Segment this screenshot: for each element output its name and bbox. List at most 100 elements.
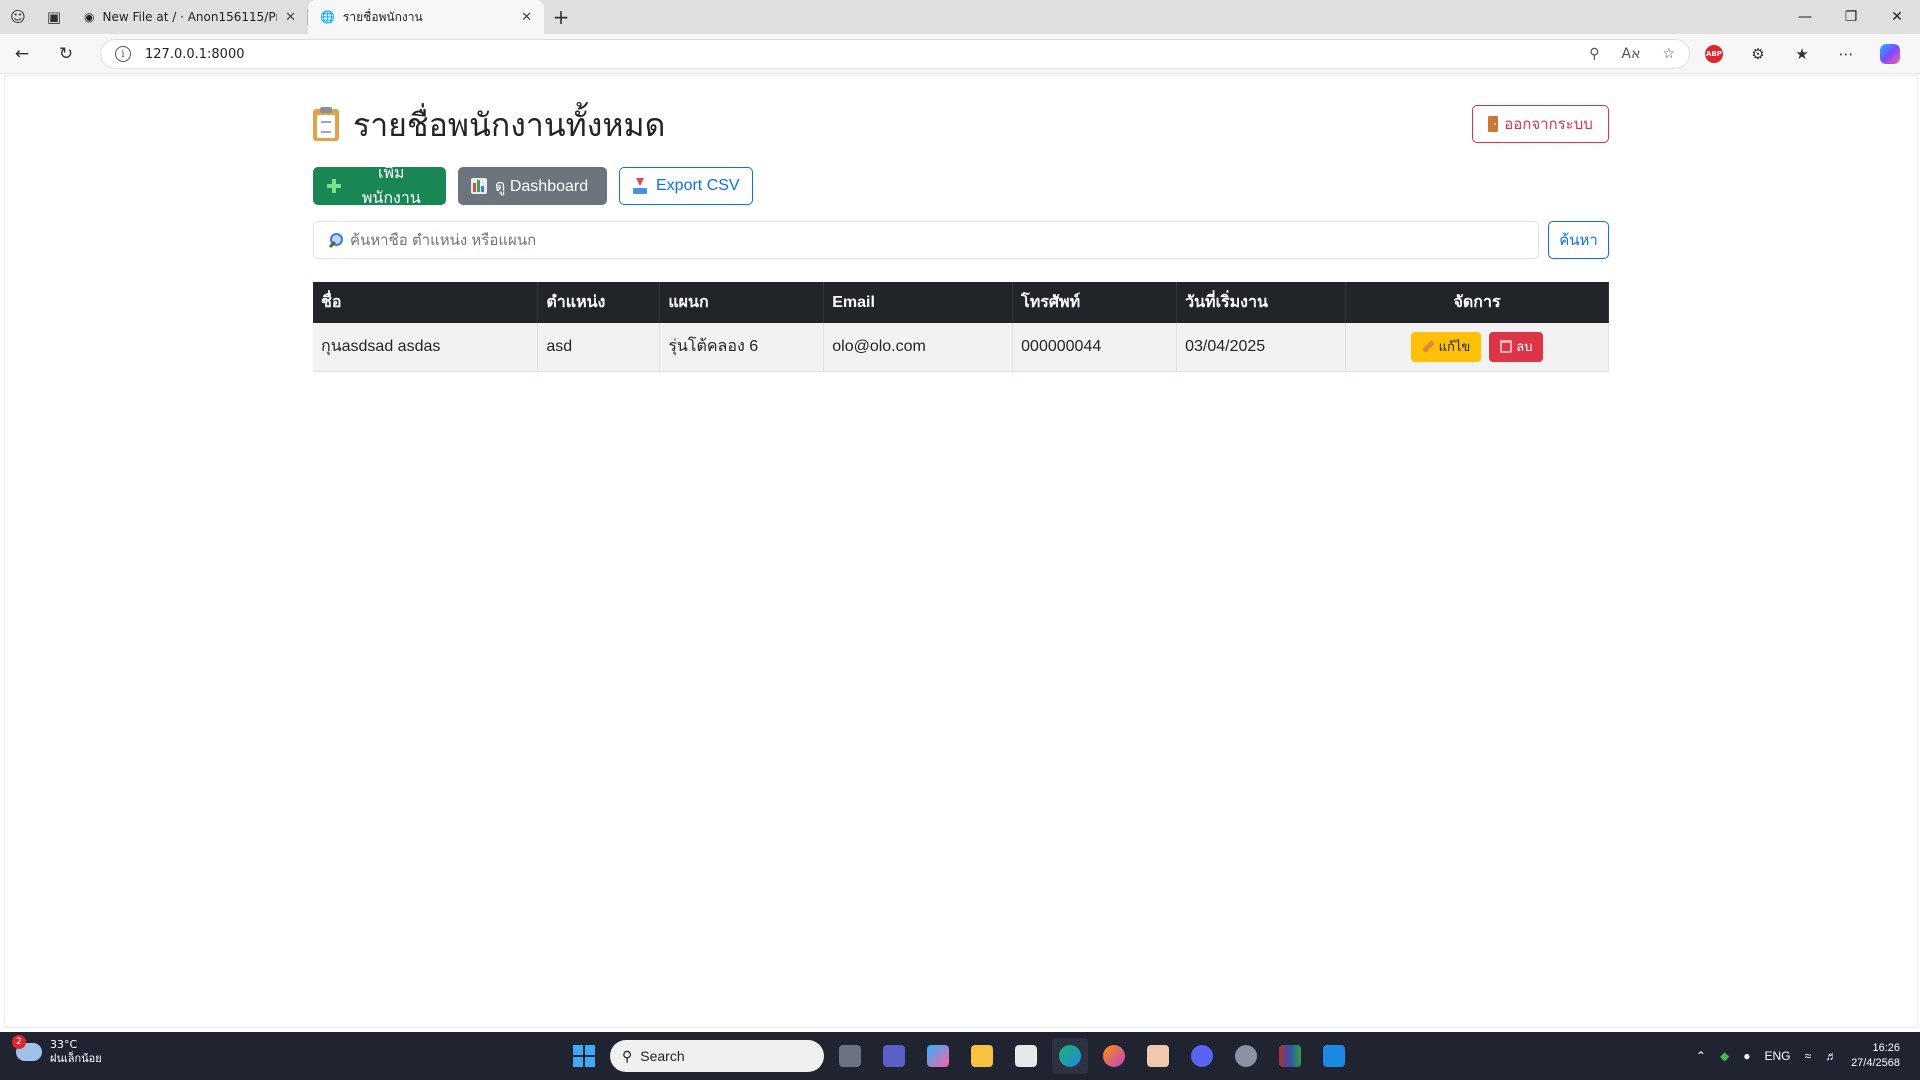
clock-date: 27/4/2568	[1851, 1057, 1900, 1069]
column-header-email: Email	[823, 282, 1014, 323]
column-header-actions: จัดการ	[1345, 282, 1609, 323]
window-controls: — ❐ ✕	[1782, 0, 1920, 34]
favorites-icon[interactable]: ★	[1780, 34, 1824, 74]
search-icon: ⚲	[622, 1047, 633, 1064]
door-icon	[1488, 116, 1499, 132]
taskbar-search[interactable]: ⚲ Search	[610, 1040, 824, 1072]
vscode-icon[interactable]	[1316, 1038, 1352, 1074]
info-icon[interactable]: i	[115, 46, 131, 62]
clock[interactable]: 16:26 27/4/2568	[1851, 1041, 1900, 1071]
rain-cloud-icon: 2	[12, 1035, 42, 1061]
extensions-icon[interactable]: ⚙	[1736, 34, 1780, 74]
logout-button[interactable]: ออกจากระบบ	[1472, 105, 1609, 143]
close-icon[interactable]: ✕	[285, 10, 296, 25]
cell-email: olo@olo.com	[823, 323, 1014, 372]
volume-icon[interactable]: ♬	[1825, 1049, 1837, 1063]
search-input[interactable]	[350, 231, 1524, 249]
cell-name: กุนasdsad asdas	[313, 323, 539, 372]
refresh-icon[interactable]: ↻	[44, 34, 88, 74]
edge-icon[interactable]	[1052, 1038, 1088, 1074]
minimize-icon[interactable]: —	[1782, 0, 1828, 34]
export-csv-button[interactable]: Export CSV	[619, 167, 753, 205]
tab-title: New File at / · Anon156115/Projec	[102, 10, 277, 24]
taskbar-search-label: Search	[640, 1048, 685, 1064]
dashboard-button[interactable]: ดู Dashboard	[458, 167, 607, 205]
cell-position: asd	[537, 323, 661, 372]
key-icon[interactable]: ⚲	[1589, 46, 1599, 62]
cell-phone: 000000044	[1012, 323, 1178, 372]
page-title-text: รายชื่อพนักงานทั้งหมด	[353, 105, 666, 144]
pencil-icon	[1421, 340, 1435, 354]
settings-icon[interactable]	[1228, 1038, 1264, 1074]
back-icon[interactable]: ←	[0, 34, 44, 74]
file-explorer-icon[interactable]	[964, 1038, 1000, 1074]
edit-button[interactable]: แก้ไข	[1410, 331, 1482, 362]
microphone-icon[interactable]: ●	[1743, 1049, 1750, 1063]
wifi-icon[interactable]: ≈	[1804, 1049, 1811, 1063]
weather-badge: 2	[12, 1035, 26, 1049]
restore-icon[interactable]: ❐	[1828, 0, 1874, 34]
column-header-department: แผนก	[659, 282, 825, 323]
windows-taskbar: 2 33°C ฝนเล็กน้อย ⚲ Search ⌃ ◆ ● ENG ≈ ♬	[0, 1032, 1920, 1080]
add-employee-label: เพิ่มพนักงาน	[361, 165, 421, 207]
language-indicator[interactable]: ENG	[1764, 1049, 1790, 1063]
weather-condition: ฝนเล็กน้อย	[50, 1052, 102, 1065]
download-icon	[632, 178, 648, 194]
page-header: รายชื่อพนักงานทั้งหมด ออกจากระบบ	[313, 101, 1609, 149]
favorite-star-icon[interactable]: ☆	[1662, 46, 1675, 62]
page-viewport: รายชื่อพนักงานทั้งหมด ออกจากระบบ เพิ่มพน…	[4, 75, 1918, 1028]
more-menu-icon[interactable]: ⋯	[1824, 34, 1868, 74]
defender-icon[interactable]: ◆	[1720, 1049, 1729, 1063]
browser-tab-employees[interactable]: 🌐 รายชื่อพนักงาน ✕	[308, 0, 544, 34]
winrar-icon[interactable]	[1272, 1038, 1308, 1074]
column-header-phone: โทรศัพท์	[1012, 282, 1178, 323]
teams-icon[interactable]	[876, 1038, 912, 1074]
export-csv-label: Export CSV	[656, 177, 740, 194]
search-icon	[328, 232, 344, 248]
add-employee-button[interactable]: เพิ่มพนักงาน	[313, 165, 446, 207]
close-icon[interactable]: ✕	[521, 10, 532, 25]
avatar-app-icon[interactable]	[1140, 1038, 1176, 1074]
discord-icon[interactable]	[1184, 1038, 1220, 1074]
column-header-position: ตำแหน่ง	[537, 282, 661, 323]
edit-label: แก้ไข	[1438, 339, 1471, 355]
url-text: 127.0.0.1:8000	[145, 46, 245, 62]
search-button[interactable]: ค้นหา	[1548, 221, 1609, 259]
close-window-icon[interactable]: ✕	[1874, 0, 1920, 34]
copilot-app-icon[interactable]	[920, 1038, 956, 1074]
copilot-icon[interactable]	[1880, 44, 1900, 64]
search-form: ค้นหา	[313, 221, 1609, 259]
column-header-name: ชื่อ	[313, 282, 539, 323]
read-aloud-icon[interactable]: Aא	[1622, 46, 1641, 62]
tab-actions-icon[interactable]: ▣	[36, 0, 72, 34]
action-buttons: เพิ่มพนักงาน ดู Dashboard Export CSV	[313, 165, 753, 207]
cell-actions: แก้ไข ลบ	[1345, 323, 1609, 372]
browser-tab-bar: ☺ ▣ ◉ New File at / · Anon156115/Projec …	[0, 0, 1920, 34]
chevron-up-icon[interactable]: ⌃	[1696, 1049, 1706, 1063]
adblock-icon[interactable]: ABP	[1705, 45, 1723, 63]
bar-chart-icon	[471, 178, 487, 194]
browser-toolbar-right: ABP ⚙ ★ ⋯	[1692, 34, 1912, 74]
start-icon[interactable]	[566, 1038, 602, 1074]
weather-widget[interactable]: 2 33°C ฝนเล็กน้อย	[12, 1035, 102, 1066]
tab-title: รายชื่อพนักงาน	[342, 9, 423, 24]
clipboard-icon	[313, 107, 339, 141]
weather-temp: 33°C	[50, 1038, 78, 1051]
trash-icon	[1500, 340, 1513, 354]
firefox-icon[interactable]	[1096, 1038, 1132, 1074]
github-icon: ◉	[84, 10, 95, 24]
profile-icon[interactable]: ☺	[0, 0, 36, 34]
store-icon[interactable]	[1008, 1038, 1044, 1074]
logout-label: ออกจากระบบ	[1504, 116, 1593, 133]
delete-label: ลบ	[1516, 339, 1533, 355]
address-bar[interactable]: i 127.0.0.1:8000 ⚲ Aא ☆	[100, 39, 1690, 69]
task-view-icon[interactable]	[832, 1038, 868, 1074]
delete-button[interactable]: ลบ	[1489, 331, 1544, 362]
new-tab-button[interactable]: +	[544, 0, 578, 34]
browser-tab-github[interactable]: ◉ New File at / · Anon156115/Projec ✕	[72, 0, 308, 34]
cell-department: รุ่นโต้คลอง 6	[659, 323, 825, 372]
system-tray: ⌃ ◆ ● ENG ≈ ♬ 16:26 27/4/2568	[1696, 1032, 1900, 1080]
employee-table: ชื่อ ตำแหน่ง แผนก Email โทรศัพท์ วันที่เ…	[313, 282, 1609, 372]
table-row: กุนasdsad asdas asd รุ่นโต้คลอง 6 olo@ol…	[313, 323, 1609, 372]
clock-time: 16:26	[1872, 1042, 1900, 1054]
